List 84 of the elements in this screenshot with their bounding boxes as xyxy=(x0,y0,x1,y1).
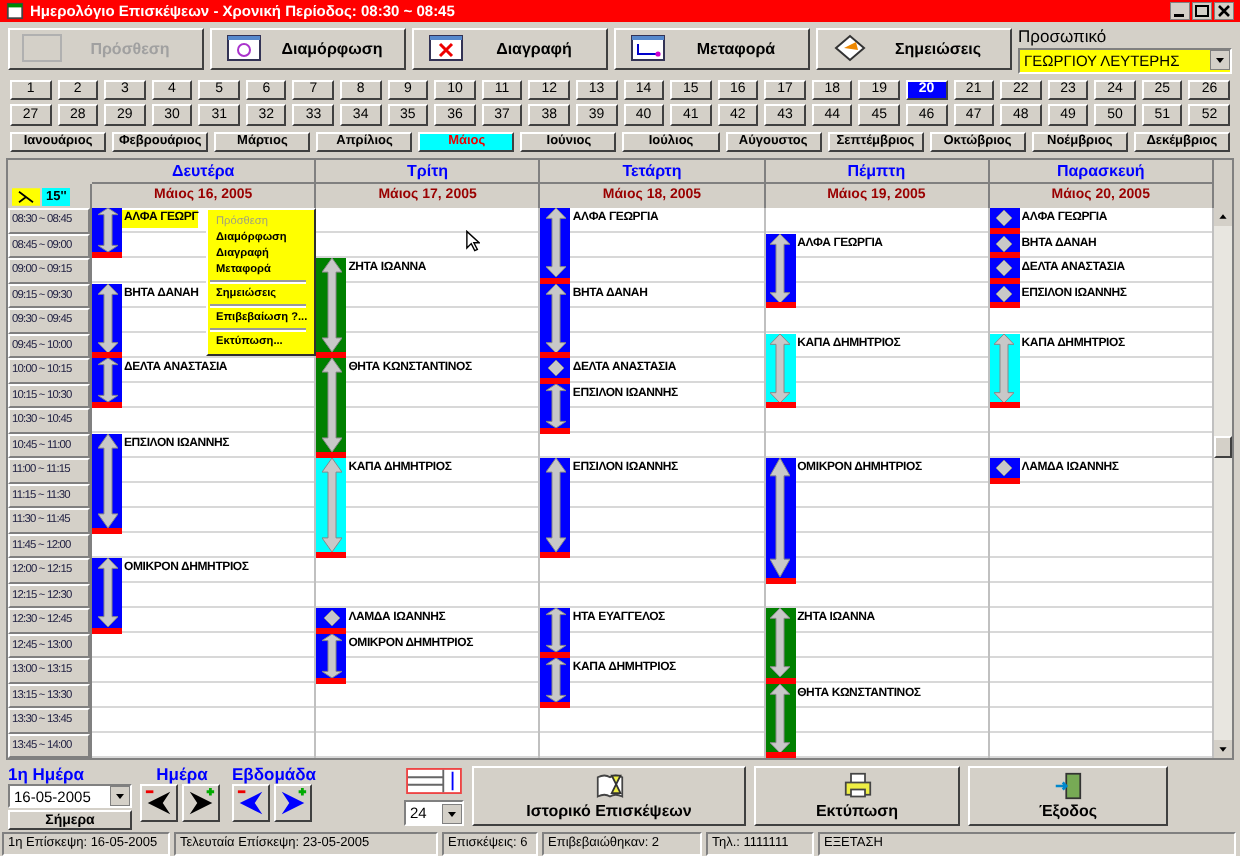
double-arrow-icon xyxy=(321,458,342,552)
book-hourglass-icon xyxy=(595,772,623,800)
double-arrow-icon xyxy=(97,283,117,352)
appointment-marker[interactable] xyxy=(989,333,1020,408)
previous-week-button[interactable] xyxy=(232,784,270,822)
double-arrow-icon xyxy=(545,383,566,427)
toolbar-button[interactable]: Διαμόρφωση xyxy=(210,27,406,69)
rows-icon xyxy=(404,768,464,794)
double-arrow-icon xyxy=(545,458,566,552)
double-arrow-icon xyxy=(770,608,791,677)
dropdown-arrow-icon xyxy=(1210,50,1230,70)
minimize-icon[interactable] xyxy=(1170,1,1190,20)
double-arrow-icon xyxy=(770,683,791,752)
appointment-marker[interactable] xyxy=(92,558,122,633)
double-arrow-icon xyxy=(545,608,566,652)
action-button[interactable]: Έξοδος xyxy=(968,766,1168,826)
double-arrow-icon xyxy=(770,233,791,302)
day-header: Πέμπτη xyxy=(765,160,990,184)
day-header: Δευτέρα xyxy=(92,160,317,184)
appointment-marker[interactable] xyxy=(765,683,796,758)
day-label: Ημέρα xyxy=(154,764,210,784)
next-week-button[interactable] xyxy=(274,784,312,822)
appointment-marker[interactable] xyxy=(540,383,571,433)
double-arrow-icon xyxy=(770,458,791,577)
appointment-marker[interactable] xyxy=(316,458,347,558)
appointment-marker[interactable] xyxy=(316,358,347,458)
double-arrow-icon xyxy=(770,333,791,402)
staff-label: Προσωπικό xyxy=(1018,25,1109,45)
appointment-marker[interactable] xyxy=(316,608,347,633)
double-arrow-icon xyxy=(545,283,566,352)
window-icon xyxy=(224,34,264,62)
appointment-marker[interactable] xyxy=(540,208,571,283)
appointment-marker[interactable] xyxy=(989,258,1020,283)
calendar-icon xyxy=(6,1,24,20)
double-arrow-icon xyxy=(321,258,342,352)
printer-icon xyxy=(843,772,871,800)
action-button[interactable]: Εκτύπωση xyxy=(754,766,960,826)
appointment-marker[interactable] xyxy=(92,358,122,408)
dropdown-arrow-icon xyxy=(110,786,130,806)
appointment-marker[interactable] xyxy=(316,258,347,358)
mouse-cursor-icon xyxy=(466,230,480,252)
day-header: Τρίτη xyxy=(316,160,541,184)
day-header: Τετάρτη xyxy=(540,160,766,184)
window-icon xyxy=(628,34,668,62)
first-day-label: 1η Ημέρα xyxy=(8,764,86,784)
exit-door-icon xyxy=(1054,772,1082,800)
appointment-marker[interactable] xyxy=(92,208,122,258)
double-arrow-icon xyxy=(97,358,117,402)
double-arrow-icon xyxy=(545,658,566,702)
next-day-button[interactable] xyxy=(182,784,220,822)
toolbar-button[interactable]: Σημειώσεις xyxy=(816,27,1012,69)
delete-icon xyxy=(426,34,466,62)
diamond-icon xyxy=(323,610,340,626)
appointment-marker[interactable] xyxy=(989,208,1020,233)
day-header: Παρασκευή xyxy=(989,160,1214,184)
previous-day-button[interactable] xyxy=(140,784,178,822)
action-button[interactable]: Ιστορικό Επισκέψεων xyxy=(472,766,746,826)
appointment-marker[interactable] xyxy=(540,608,571,658)
appointment-marker[interactable] xyxy=(765,608,796,683)
appointment-marker[interactable] xyxy=(540,658,571,708)
dropdown-arrow-icon xyxy=(442,803,462,823)
toolbar-button[interactable]: Μεταφορά xyxy=(614,27,810,69)
double-arrow-icon xyxy=(321,358,342,452)
double-arrow-icon xyxy=(97,558,117,627)
clock-icon xyxy=(12,187,40,205)
double-arrow-icon xyxy=(994,333,1015,402)
appointment-marker[interactable] xyxy=(765,333,796,408)
appointment-marker[interactable] xyxy=(765,233,796,308)
appointment-marker[interactable] xyxy=(316,633,347,683)
notes-icon xyxy=(830,34,870,62)
appointment-marker[interactable] xyxy=(92,433,122,533)
appointment-marker[interactable] xyxy=(540,458,571,558)
double-arrow-icon xyxy=(321,633,342,677)
double-arrow-icon xyxy=(97,433,117,527)
appointment-marker[interactable] xyxy=(765,458,796,583)
appointment-marker[interactable] xyxy=(540,358,571,383)
week-label: Εβδομάδα xyxy=(232,764,316,784)
diamond-icon xyxy=(996,460,1013,476)
toolbar-button[interactable]: Διαγραφή xyxy=(412,27,608,69)
blank-icon xyxy=(22,34,62,62)
close-icon[interactable] xyxy=(1214,1,1234,20)
appointment-marker[interactable] xyxy=(92,283,122,358)
maximize-icon[interactable] xyxy=(1192,1,1212,20)
appointment-marker[interactable] xyxy=(989,458,1020,483)
